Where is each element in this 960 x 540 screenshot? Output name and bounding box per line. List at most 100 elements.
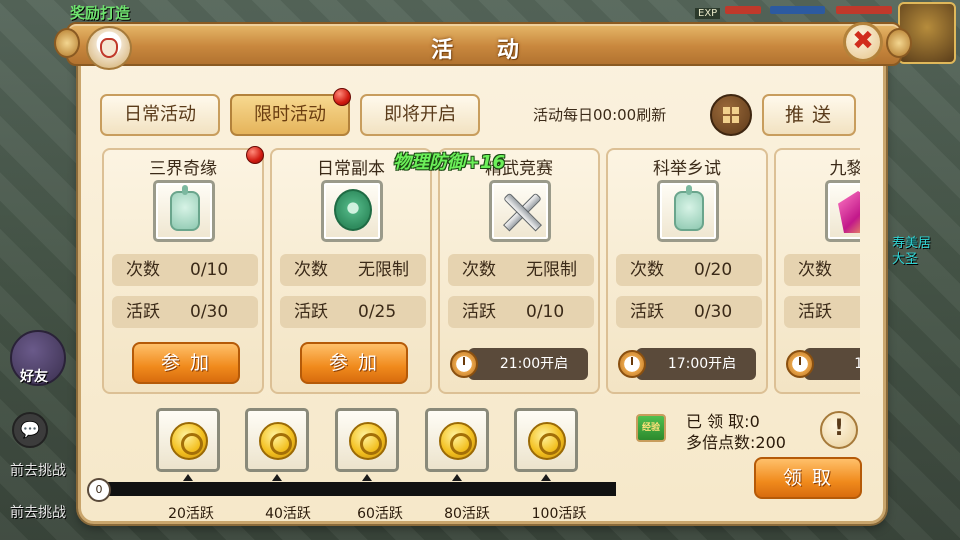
gem-icon[interactable] xyxy=(825,180,860,242)
tab-daily-activity[interactable]: 日常活动 xyxy=(100,94,220,136)
active-label: 活跃 xyxy=(630,302,664,322)
claim-button[interactable]: 领取 xyxy=(754,457,862,499)
open-time-bar: 17:00开启 xyxy=(636,348,756,380)
progress-marker xyxy=(452,474,462,481)
right-side-text-2: 大圣 xyxy=(892,252,919,267)
progress-marker xyxy=(541,474,551,481)
count-row: 次数 0/10 xyxy=(112,254,258,286)
header-right-cap xyxy=(886,28,912,58)
progress-start-value: 0 xyxy=(87,478,111,502)
activity-card[interactable]: 科举乡试 次数 0/20 活跃 0/30 17:00开启 xyxy=(606,148,768,394)
active-progress-bar xyxy=(100,482,616,496)
gold-coin-icon xyxy=(259,422,297,460)
activity-card[interactable]: 九黎秘 次数 无 活跃 18:3 xyxy=(774,148,860,394)
count-row: 次数 0/20 xyxy=(616,254,762,286)
join-button[interactable]: 参加 xyxy=(132,342,240,384)
active-value: 0/30 xyxy=(694,302,733,322)
activity-card[interactable]: 精武竞赛 次数 无限制 活跃 0/10 21:00开启 xyxy=(438,148,600,394)
reward-chest-60[interactable] xyxy=(335,408,399,472)
header-left-cap xyxy=(54,28,80,58)
grid-menu-icon[interactable] xyxy=(710,94,752,136)
reward-chest-40[interactable] xyxy=(245,408,309,472)
tab-upcoming[interactable]: 即将开启 xyxy=(360,94,480,136)
threshold-label: 100活跃 xyxy=(531,506,587,522)
close-button[interactable]: ✖ xyxy=(843,22,883,62)
count-row: 次数 无限制 xyxy=(448,254,594,286)
top-left-quest-text[interactable]: 奖励打造 xyxy=(70,2,130,23)
reward-chest-100[interactable] xyxy=(514,408,578,472)
jade-token-icon[interactable] xyxy=(153,180,215,242)
clock-icon xyxy=(786,350,814,378)
exp-book-icon: 经验 xyxy=(636,414,666,442)
hud-bar-red-2 xyxy=(836,6,892,14)
clock-icon xyxy=(618,350,646,378)
active-row: 活跃 xyxy=(784,296,860,328)
join-button[interactable]: 参加 xyxy=(300,342,408,384)
active-row: 活跃 0/10 xyxy=(448,296,594,328)
active-row: 活跃 0/25 xyxy=(280,296,426,328)
active-value: 0/30 xyxy=(190,302,229,322)
count-value: 无限制 xyxy=(358,260,409,280)
activity-cards-list[interactable]: 三界奇缘 次数 0/10 活跃 0/30 参加 日常副本 次数 无限制 活跃 0… xyxy=(102,148,860,396)
card-notification-dot xyxy=(246,146,264,164)
gold-coin-icon xyxy=(528,422,566,460)
multiplier-points-text: 多倍点数:200 xyxy=(686,433,786,452)
open-time-bar: 21:00开启 xyxy=(468,348,588,380)
count-label: 次数 xyxy=(630,260,664,280)
count-row: 次数 无限制 xyxy=(280,254,426,286)
clock-icon xyxy=(450,350,478,378)
count-label: 次数 xyxy=(126,260,160,280)
progress-marker xyxy=(362,474,372,481)
activity-card[interactable]: 三界奇缘 次数 0/10 活跃 0/30 参加 xyxy=(102,148,264,394)
gold-coin-icon xyxy=(349,422,387,460)
crossed-swords-icon[interactable] xyxy=(489,180,551,242)
tab-limited-activity[interactable]: 限时活动 xyxy=(230,94,350,136)
progress-marker xyxy=(272,474,282,481)
panel-header: 活 动 xyxy=(66,22,902,66)
side-challenge-text-1[interactable]: 前去挑战 xyxy=(10,460,66,480)
active-label: 活跃 xyxy=(462,302,496,322)
threshold-label: 80活跃 xyxy=(444,506,490,522)
jade-token-icon[interactable] xyxy=(657,180,719,242)
threshold-label: 20活跃 xyxy=(168,506,214,522)
progress-marker xyxy=(183,474,193,481)
active-label: 活跃 xyxy=(126,302,160,322)
threshold-label: 40活跃 xyxy=(265,506,311,522)
friend-label: 好友 xyxy=(20,369,48,385)
panel-title: 活 动 xyxy=(431,38,537,63)
count-value: 0/20 xyxy=(694,260,733,280)
count-value: 无限制 xyxy=(526,260,577,280)
info-icon[interactable]: ! xyxy=(820,411,858,449)
active-label: 活跃 xyxy=(798,302,832,322)
tab-notification-dot xyxy=(333,88,351,106)
hud-bar-blue xyxy=(770,6,825,14)
active-row: 活跃 0/30 xyxy=(112,296,258,328)
activity-card[interactable]: 日常副本 次数 无限制 活跃 0/25 参加 xyxy=(270,148,432,394)
side-challenge-text-2[interactable]: 前去挑战 xyxy=(10,502,66,522)
active-value: 0/25 xyxy=(358,302,397,322)
count-value: 0/10 xyxy=(190,260,229,280)
exp-label: EXP xyxy=(695,8,721,19)
count-row: 次数 无 xyxy=(784,254,860,286)
active-row: 活跃 0/30 xyxy=(616,296,762,328)
card-title: 九黎秘 xyxy=(829,159,861,179)
gold-coin-icon xyxy=(439,422,477,460)
card-title: 科举乡试 xyxy=(653,159,721,179)
threshold-label: 60活跃 xyxy=(357,506,403,522)
gold-coin-icon xyxy=(170,422,208,460)
hud-bar-red xyxy=(725,6,761,14)
refresh-time-text: 活动每日00:00刷新 xyxy=(533,106,667,124)
active-value: 0/10 xyxy=(526,302,565,322)
count-label: 次数 xyxy=(462,260,496,280)
active-label: 活跃 xyxy=(294,302,328,322)
count-label: 次数 xyxy=(294,260,328,280)
buff-float-text: 物理防御+16 xyxy=(393,152,506,173)
reward-chest-80[interactable] xyxy=(425,408,489,472)
activity-logo-icon xyxy=(86,26,132,70)
reward-chest-20[interactable] xyxy=(156,408,220,472)
push-button[interactable]: 推送 xyxy=(762,94,856,136)
card-title: 三界奇缘 xyxy=(149,159,217,179)
jade-pendant-icon[interactable] xyxy=(321,180,383,242)
count-label: 次数 xyxy=(798,260,832,280)
chat-icon[interactable]: 💬 xyxy=(12,412,48,448)
